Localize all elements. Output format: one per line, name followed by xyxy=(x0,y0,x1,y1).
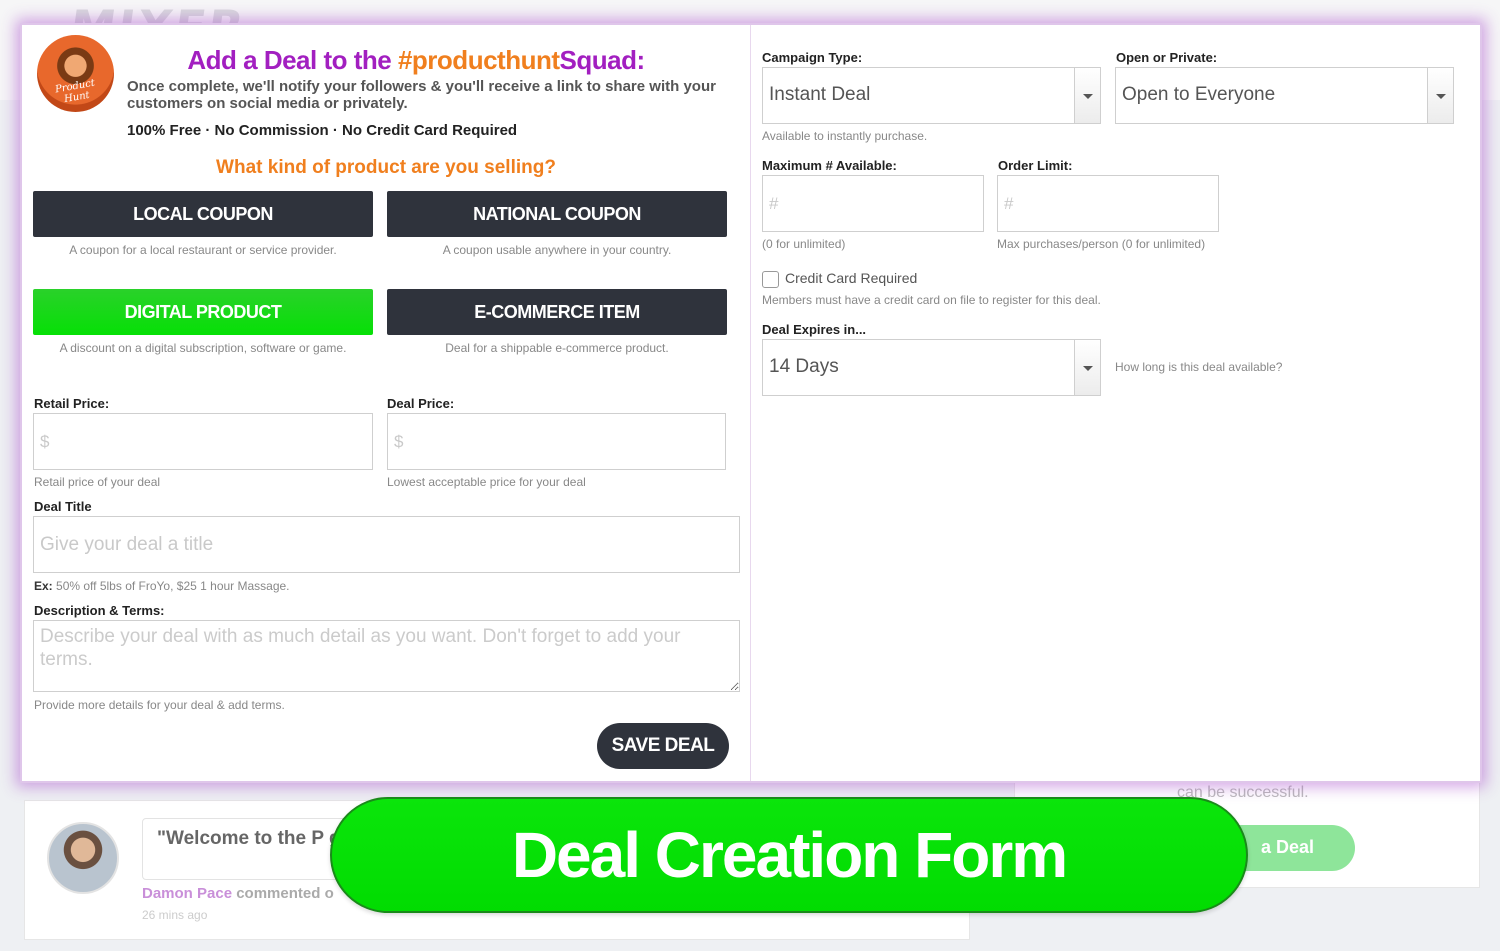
feed-time: 26 mins ago xyxy=(142,908,208,922)
expires-select[interactable]: 14 Days xyxy=(762,339,1101,396)
digital-product-button[interactable]: DIGITAL PRODUCT xyxy=(33,289,373,335)
max-available-input[interactable] xyxy=(762,175,984,232)
campaign-type-value: Instant Deal xyxy=(769,84,871,105)
description-textarea[interactable] xyxy=(33,620,740,692)
save-deal-button[interactable]: SAVE DEAL xyxy=(597,723,729,769)
deal-title-help: Ex: 50% off 5lbs of FroYo, $25 1 hour Ma… xyxy=(34,579,290,593)
visibility-value: Open to Everyone xyxy=(1122,84,1276,105)
deal-price-help: Lowest acceptable price for your deal xyxy=(387,475,586,489)
retail-price-help: Retail price of your deal xyxy=(34,475,161,489)
deal-title-help-text: 50% off 5lbs of FroYo, $25 1 hour Massag… xyxy=(56,579,290,593)
ecommerce-item-desc: Deal for a shippable e-commerce product. xyxy=(445,341,669,355)
modal-subtitle: Once complete, we'll notify your followe… xyxy=(127,78,716,112)
digital-product-desc: A discount on a digital subscription, so… xyxy=(59,341,347,355)
campaign-type-help: Available to instantly purchase. xyxy=(762,129,928,143)
national-coupon-button[interactable]: NATIONAL COUPON xyxy=(387,191,727,237)
avatar xyxy=(47,822,119,894)
order-limit-input[interactable] xyxy=(997,175,1219,232)
order-limit-label: Order Limit: xyxy=(998,158,1073,173)
product-type-question: What kind of product are you selling? xyxy=(216,157,556,178)
column-divider xyxy=(750,25,751,781)
local-coupon-desc: A coupon for a local restaurant or servi… xyxy=(69,243,337,257)
description-label: Description & Terms: xyxy=(34,603,165,618)
deal-title-help-prefix: Ex: xyxy=(34,579,53,593)
deal-creation-banner: Deal Creation Form xyxy=(330,797,1248,913)
feed-user-link[interactable]: Damon Pace xyxy=(142,885,232,902)
retail-price-input[interactable] xyxy=(33,413,373,470)
deal-price-label: Deal Price: xyxy=(387,396,455,411)
feed-meta: Damon Pace commented o xyxy=(142,885,334,902)
chevron-down-icon xyxy=(1074,68,1100,123)
deal-title-input[interactable] xyxy=(33,516,740,573)
campaign-type-label: Campaign Type: xyxy=(762,50,863,65)
pricing-note: 100% Free · No Commission · No Credit Ca… xyxy=(127,122,518,139)
chevron-down-icon xyxy=(1074,340,1100,395)
expires-help: How long is this deal available? xyxy=(1115,360,1283,374)
local-coupon-button[interactable]: LOCAL COUPON xyxy=(33,191,373,237)
national-coupon-desc: A coupon usable anywhere in your country… xyxy=(442,243,672,257)
order-limit-help: Max purchases/person (0 for unlimited) xyxy=(997,237,1206,251)
deal-price-input[interactable] xyxy=(387,413,726,470)
retail-price-label: Retail Price: xyxy=(34,396,110,411)
banner-text: Deal Creation Form xyxy=(511,819,1068,891)
title-highlight: #producthunt xyxy=(397,45,560,75)
campaign-type-select[interactable]: Instant Deal xyxy=(762,67,1101,124)
credit-card-checkbox[interactable] xyxy=(762,271,779,288)
expires-value: 14 Days xyxy=(769,356,839,377)
logo-text: Product Hunt xyxy=(54,77,96,106)
deal-modal: Product Hunt Add a Deal to the #producth… xyxy=(22,25,1480,781)
visibility-label: Open or Private: xyxy=(1116,50,1218,65)
title-suffix: Squad: xyxy=(559,45,646,75)
max-available-label: Maximum # Available: xyxy=(762,158,897,173)
credit-card-help: Members must have a credit card on file … xyxy=(762,293,1101,307)
feed-action: commented o xyxy=(236,885,334,902)
modal-title: Add a Deal to the #producthuntSquad: xyxy=(22,45,750,76)
credit-card-label[interactable]: Credit Card Required xyxy=(785,270,917,286)
expires-label: Deal Expires in... xyxy=(762,322,867,337)
chevron-down-icon xyxy=(1427,68,1453,123)
ecommerce-item-button[interactable]: E-COMMERCE ITEM xyxy=(387,289,727,335)
visibility-select[interactable]: Open to Everyone xyxy=(1115,67,1454,124)
max-available-help: (0 for unlimited) xyxy=(762,237,846,251)
deal-title-label: Deal Title xyxy=(34,499,92,514)
description-help: Provide more details for your deal & add… xyxy=(34,698,285,712)
title-prefix: Add a Deal to the xyxy=(187,45,392,75)
